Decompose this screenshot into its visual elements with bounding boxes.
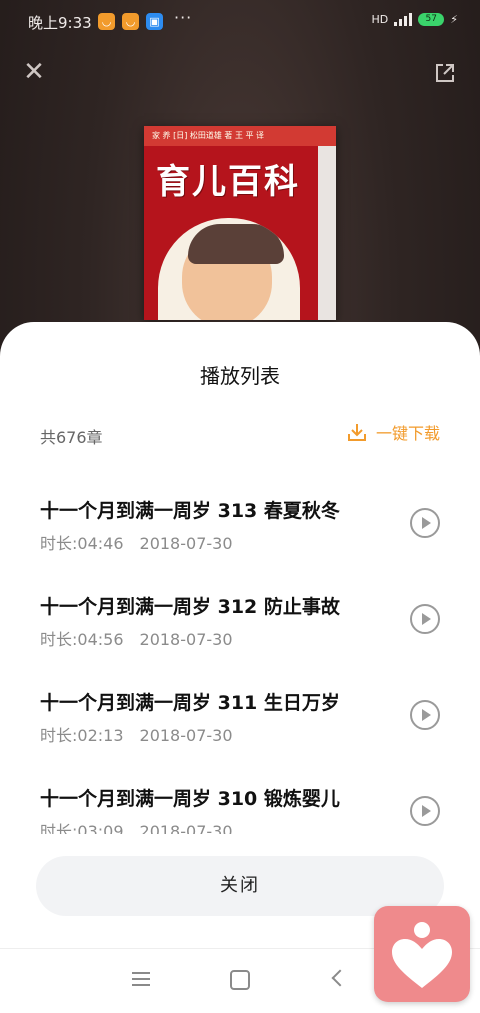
back-icon[interactable] <box>331 969 349 987</box>
item-title: 十一个月到满一周岁 310 锻炼婴儿 <box>40 788 340 810</box>
play-icon[interactable] <box>410 796 440 826</box>
list-item[interactable]: 十一个月到满一周岁 310 锻炼婴儿 时长:03:09 2018-07-30 <box>0 770 480 834</box>
sheet-title: 播放列表 <box>200 364 280 388</box>
list-item[interactable]: 十一个月到满一周岁 311 生日万岁 时长:02:13 2018-07-30 <box>0 674 480 770</box>
item-date: 2018-07-30 <box>139 822 233 834</box>
recents-icon[interactable] <box>132 972 150 986</box>
download-all-button[interactable]: 一键下载 <box>346 420 440 444</box>
baby-cap <box>188 224 284 264</box>
list-item[interactable]: 十一个月到满一周岁 312 防止事故 时长:04:56 2018-07-30 <box>0 578 480 674</box>
item-date: 2018-07-30 <box>139 726 233 745</box>
item-duration: 时长:04:46 <box>40 534 124 553</box>
item-date: 2018-07-30 <box>139 534 233 553</box>
item-duration: 时长:04:56 <box>40 630 124 649</box>
play-icon[interactable] <box>410 604 440 634</box>
item-meta: 时长:04:46 2018-07-30 <box>40 530 233 554</box>
signal-icon <box>394 12 413 26</box>
more-notifications-icon: ··· <box>174 8 193 27</box>
app-notification-icon: ◡ <box>98 13 115 30</box>
battery-icon: 57 <box>418 12 445 26</box>
app-notification-icon: ▣ <box>146 13 163 30</box>
item-meta: 时长:02:13 2018-07-30 <box>40 722 233 746</box>
cover-spine <box>318 146 336 320</box>
charging-icon: ⚡ <box>450 12 458 26</box>
chapter-count: 共676章 <box>40 428 103 447</box>
item-meta: 时长:04:56 2018-07-30 <box>40 626 233 650</box>
play-icon[interactable] <box>410 508 440 538</box>
status-indicators: HD 57 ⚡ <box>372 12 458 26</box>
share-icon[interactable] <box>434 62 456 84</box>
battery-level: 57 <box>425 14 437 24</box>
item-meta: 时长:03:09 2018-07-30 <box>40 818 233 834</box>
cover-photo <box>158 218 300 320</box>
item-title: 十一个月到满一周岁 311 生日万岁 <box>40 692 340 714</box>
floating-heart-button[interactable] <box>374 906 470 1002</box>
cover-title: 育儿百科 <box>156 162 300 202</box>
item-duration: 时长:03:09 <box>40 822 124 834</box>
app-notification-icon: ◡ <box>122 13 139 30</box>
item-title: 十一个月到满一周岁 313 春夏秋冬 <box>40 500 340 522</box>
heart-icon <box>392 922 452 988</box>
play-icon[interactable] <box>410 700 440 730</box>
status-time: 晚上9:33 <box>28 14 92 32</box>
book-cover: 家 养 [日] 松田道雄 著 王 平 译 育儿百科 <box>144 126 336 320</box>
cover-strip: 家 养 [日] 松田道雄 著 王 平 译 <box>144 126 336 146</box>
home-icon[interactable] <box>230 970 250 990</box>
item-title: 十一个月到满一周岁 312 防止事故 <box>40 596 340 618</box>
network-label: HD <box>371 12 389 26</box>
item-duration: 时长:02:13 <box>40 726 124 745</box>
close-icon[interactable]: ✕ <box>22 59 46 85</box>
list-item[interactable]: 十一个月到满一周岁 313 春夏秋冬 时长:04:46 2018-07-30 <box>0 482 480 578</box>
download-all-label: 一键下载 <box>375 424 440 443</box>
status-bar: 晚上9:33 ◡ ◡ ▣ ··· HD 57 ⚡ <box>0 0 480 46</box>
playlist[interactable]: 十一个月到满一周岁 313 春夏秋冬 时长:04:46 2018-07-30 十一… <box>0 482 480 834</box>
item-date: 2018-07-30 <box>139 630 233 649</box>
download-icon <box>347 424 366 441</box>
